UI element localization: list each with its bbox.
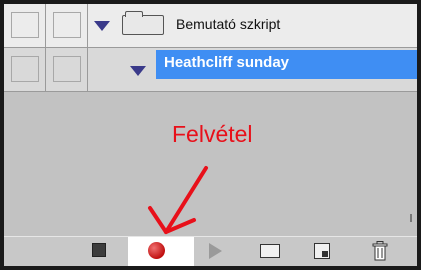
toggle-dialog-cell[interactable] <box>46 48 88 91</box>
actions-panel: Bemutató szkript Heathcliff sunday Felvé… <box>4 4 417 266</box>
action-set-label: Bemutató szkript <box>176 16 281 32</box>
new-set-icon[interactable] <box>260 244 280 258</box>
trash-icon[interactable] <box>372 241 388 261</box>
expand-triangle-icon[interactable] <box>130 66 146 76</box>
action-set-row[interactable]: Bemutató szkript <box>4 4 417 48</box>
toggle-item-cell[interactable] <box>4 48 46 91</box>
toggle-dialog-checkbox[interactable] <box>53 12 81 38</box>
annotation-label: Felvétel <box>172 121 253 147</box>
toggle-item-cell[interactable] <box>4 4 46 47</box>
record-button[interactable] <box>128 237 194 266</box>
new-action-icon[interactable] <box>314 243 330 259</box>
toggle-dialog-checkbox[interactable] <box>53 56 81 82</box>
record-icon[interactable] <box>148 242 165 259</box>
toggle-item-checkbox[interactable] <box>11 12 39 38</box>
action-label[interactable]: Heathcliff sunday <box>164 54 289 71</box>
annotation-arrow-icon <box>148 166 208 234</box>
folder-icon <box>122 11 164 35</box>
scrollbar-thumb[interactable] <box>410 214 412 222</box>
toggle-dialog-cell[interactable] <box>46 4 88 47</box>
stop-icon[interactable] <box>92 243 106 257</box>
expand-triangle-icon[interactable] <box>94 21 110 31</box>
actions-toolbar <box>4 236 417 266</box>
play-icon[interactable] <box>209 243 222 259</box>
toggle-item-checkbox[interactable] <box>11 56 39 82</box>
